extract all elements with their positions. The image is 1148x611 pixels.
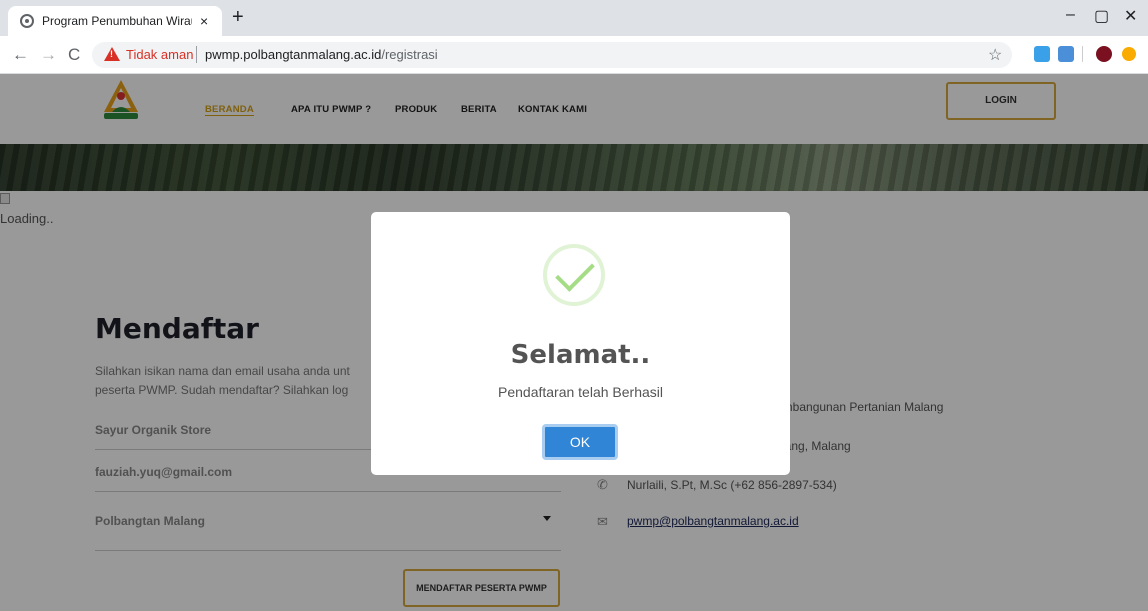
url-text[interactable]: pwmp.polbangtanmalang.ac.id/registrasi	[205, 47, 438, 62]
success-dialog: Selamat.. Pendaftaran telah Berhasil OK	[371, 212, 790, 475]
extension-icon[interactable]	[1034, 46, 1050, 62]
warning-icon	[104, 47, 120, 61]
security-label[interactable]: Tidak aman	[126, 47, 193, 62]
address-bar[interactable]: Tidak aman pwmp.polbangtanmalang.ac.id/r…	[92, 42, 1012, 68]
check-icon	[555, 252, 595, 292]
dialog-title: Selamat..	[510, 340, 651, 370]
globe-icon	[20, 14, 34, 28]
window-close-button[interactable]: ✕	[1124, 6, 1137, 26]
new-tab-button[interactable]: +	[232, 6, 244, 29]
tab-title: Program Penumbuhan Wirausaha	[42, 14, 192, 28]
toolbar-divider	[1082, 46, 1083, 62]
back-button[interactable]: ←	[12, 45, 29, 65]
reload-button[interactable]: C	[68, 45, 80, 65]
success-check-icon	[543, 244, 605, 306]
restore-button[interactable]: ▢	[1094, 6, 1109, 26]
extension-icon[interactable]	[1058, 46, 1074, 62]
url-path: /registrasi	[381, 47, 438, 62]
ok-button[interactable]: OK	[542, 424, 618, 460]
browser-toolbar: ← → C Tidak aman pwmp.polbangtanmalang.a…	[0, 36, 1148, 74]
update-alert-icon[interactable]	[1122, 47, 1136, 61]
tab-close-icon[interactable]: ×	[200, 13, 208, 29]
minimize-button[interactable]: –	[1066, 6, 1075, 24]
url-host: pwmp.polbangtanmalang.ac.id	[205, 47, 382, 62]
forward-button[interactable]: →	[40, 45, 57, 65]
separator	[196, 46, 197, 63]
dialog-message: Pendaftaran telah Berhasil	[498, 384, 663, 400]
browser-tab-strip: Program Penumbuhan Wirausaha × + – ▢ ✕	[0, 0, 1148, 36]
bookmark-star-icon[interactable]: ☆	[988, 45, 1002, 65]
profile-avatar[interactable]	[1096, 46, 1112, 62]
browser-tab[interactable]: Program Penumbuhan Wirausaha ×	[8, 6, 222, 36]
